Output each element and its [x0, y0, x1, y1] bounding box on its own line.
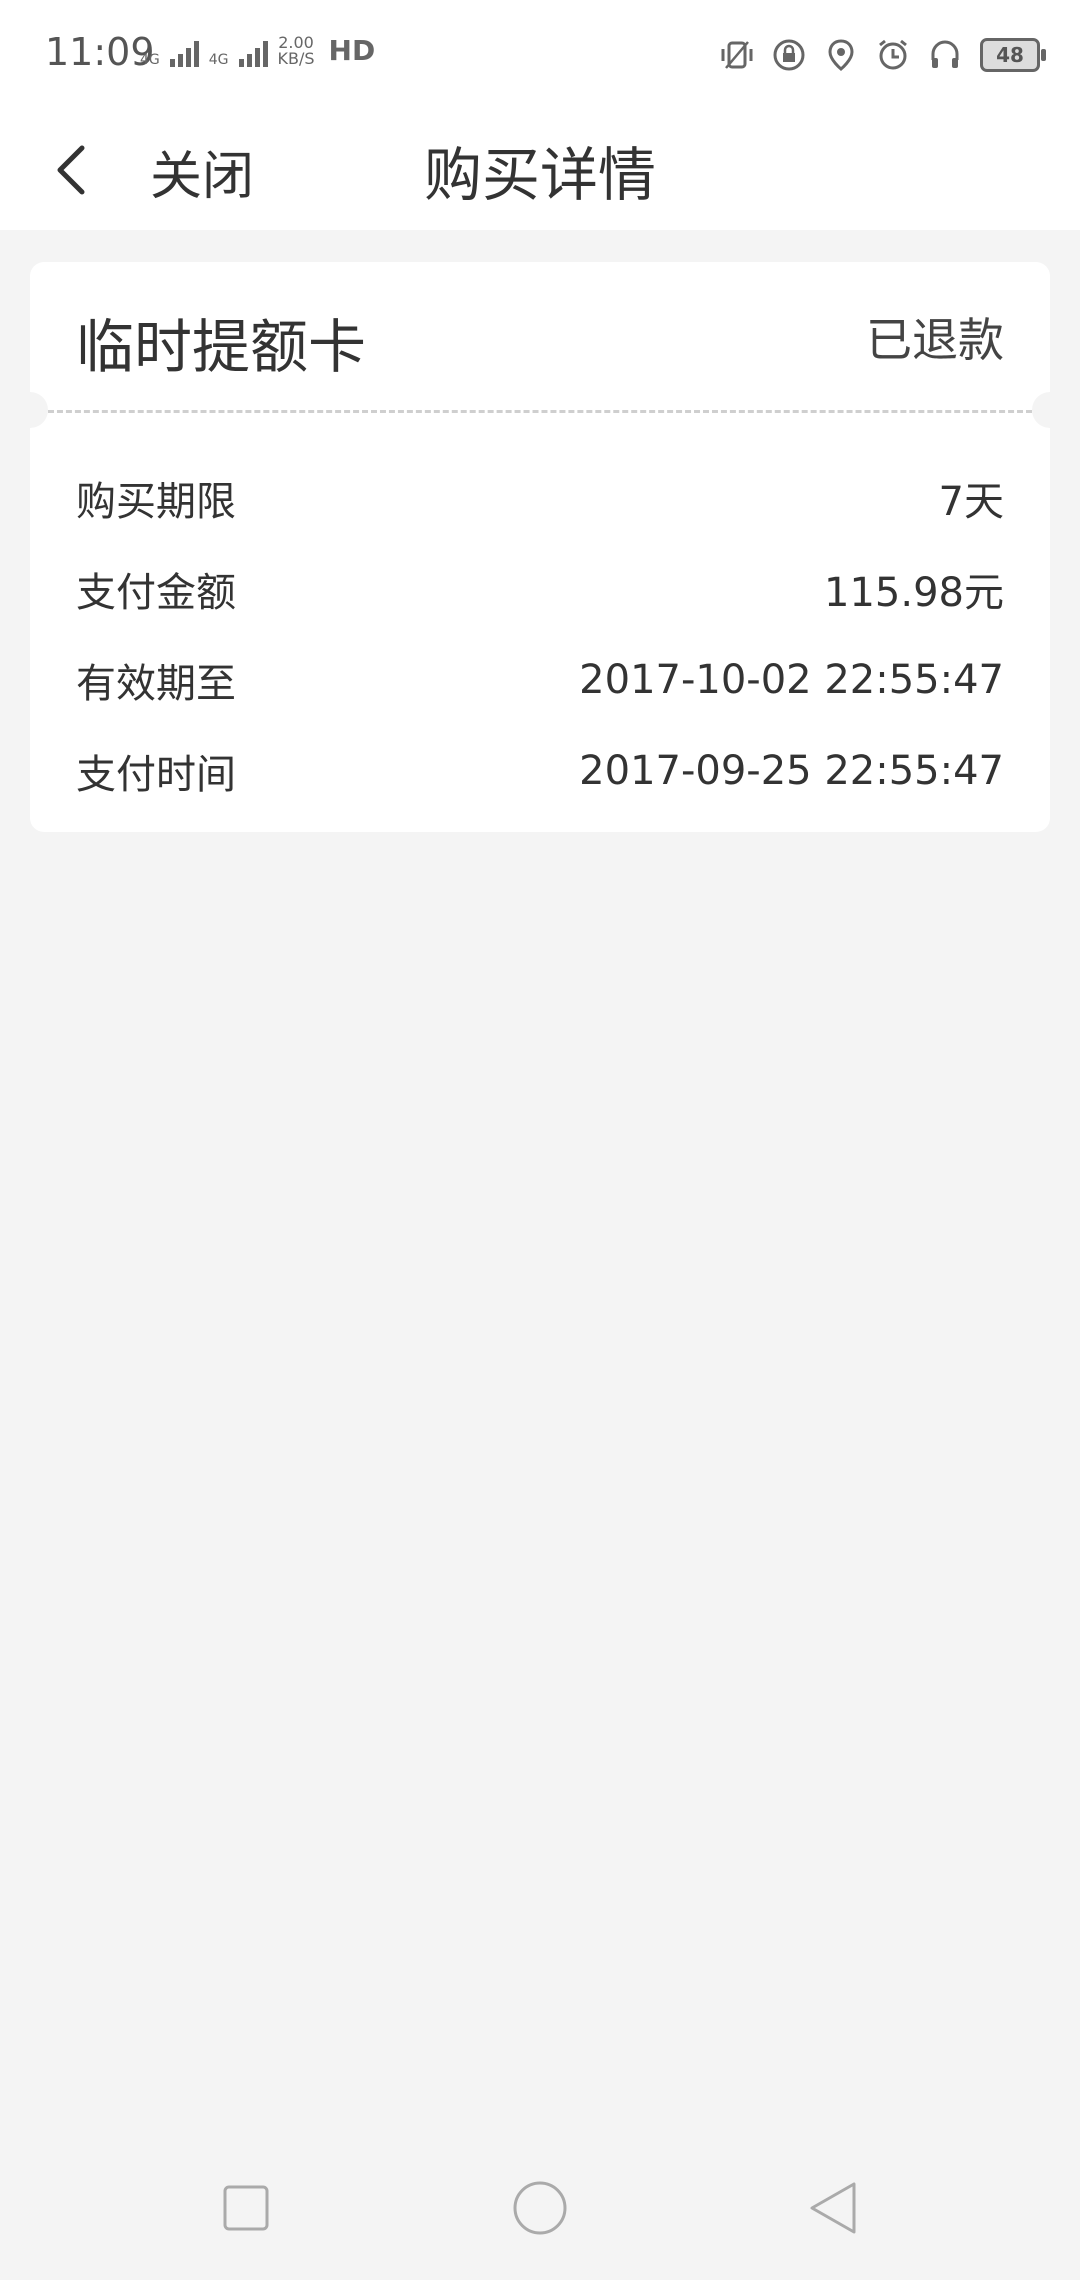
location-icon — [828, 39, 854, 71]
card-title: 临时提额卡 — [76, 313, 367, 381]
detail-value: 2017-10-02 22:55:47 — [579, 656, 1004, 703]
nav-bar: 关闭 购买详情 — [0, 110, 1080, 230]
detail-row-valid-until: 有效期至 2017-10-02 22:55:47 — [76, 634, 1004, 725]
headphones-icon — [931, 40, 959, 68]
network-indicators: 4G 4G 2.00 KB/S HD — [140, 34, 375, 67]
system-nav-bar — [0, 2138, 1080, 2280]
vibrate-icon — [721, 41, 753, 69]
dashed-divider — [48, 410, 1032, 413]
signal-1-label: 4G — [140, 52, 160, 68]
status-bar: 11:09 4G 4G 2.00 KB/S HD 48 — [0, 0, 1080, 110]
card-notch-right — [1032, 392, 1068, 428]
detail-label: 有效期至 — [76, 660, 236, 707]
detail-value: 115.98元 — [824, 569, 1004, 616]
detail-list: 购买期限 7天 支付金额 115.98元 有效期至 2017-10-02 22:… — [76, 452, 1004, 816]
page-title: 购买详情 — [423, 141, 656, 209]
signal-bars-2-icon — [238, 41, 268, 67]
detail-row-pay-time: 支付时间 2017-09-25 22:55:47 — [76, 725, 1004, 816]
detail-value: 7天 — [938, 478, 1004, 525]
alarm-icon — [879, 39, 907, 70]
rotation-lock-icon — [773, 39, 805, 71]
card-notch-left — [12, 392, 48, 428]
signal-1: 4G — [140, 53, 160, 67]
signal-2-label: 4G — [208, 52, 229, 68]
detail-label: 支付时间 — [76, 751, 236, 798]
detail-row-amount: 支付金额 115.98元 — [76, 543, 1004, 634]
battery-icon: 48 — [980, 38, 1046, 72]
signal-bars-1-icon — [169, 41, 199, 67]
recents-square-icon[interactable] — [218, 2180, 274, 2236]
back-triangle-icon[interactable] — [806, 2180, 862, 2236]
home-circle-icon[interactable] — [512, 2180, 568, 2236]
hd-voice-icon: HD — [328, 34, 376, 67]
detail-label: 购买期限 — [76, 478, 236, 525]
detail-value: 2017-09-25 22:55:47 — [579, 747, 1004, 794]
detail-row-duration: 购买期限 7天 — [76, 452, 1004, 543]
status-time: 11:09 — [45, 30, 155, 74]
status-icons: 48 — [720, 32, 1046, 78]
signal-2: 4G — [209, 53, 229, 67]
status-badge: 已退款 — [866, 313, 1004, 367]
detail-label: 支付金额 — [76, 569, 236, 616]
network-speed: 2.00 KB/S — [278, 35, 315, 67]
speed-unit: KB/S — [277, 49, 315, 68]
purchase-detail-card: 临时提额卡 已退款 购买期限 7天 支付金额 115.98元 有效期至 2017… — [12, 262, 1068, 832]
